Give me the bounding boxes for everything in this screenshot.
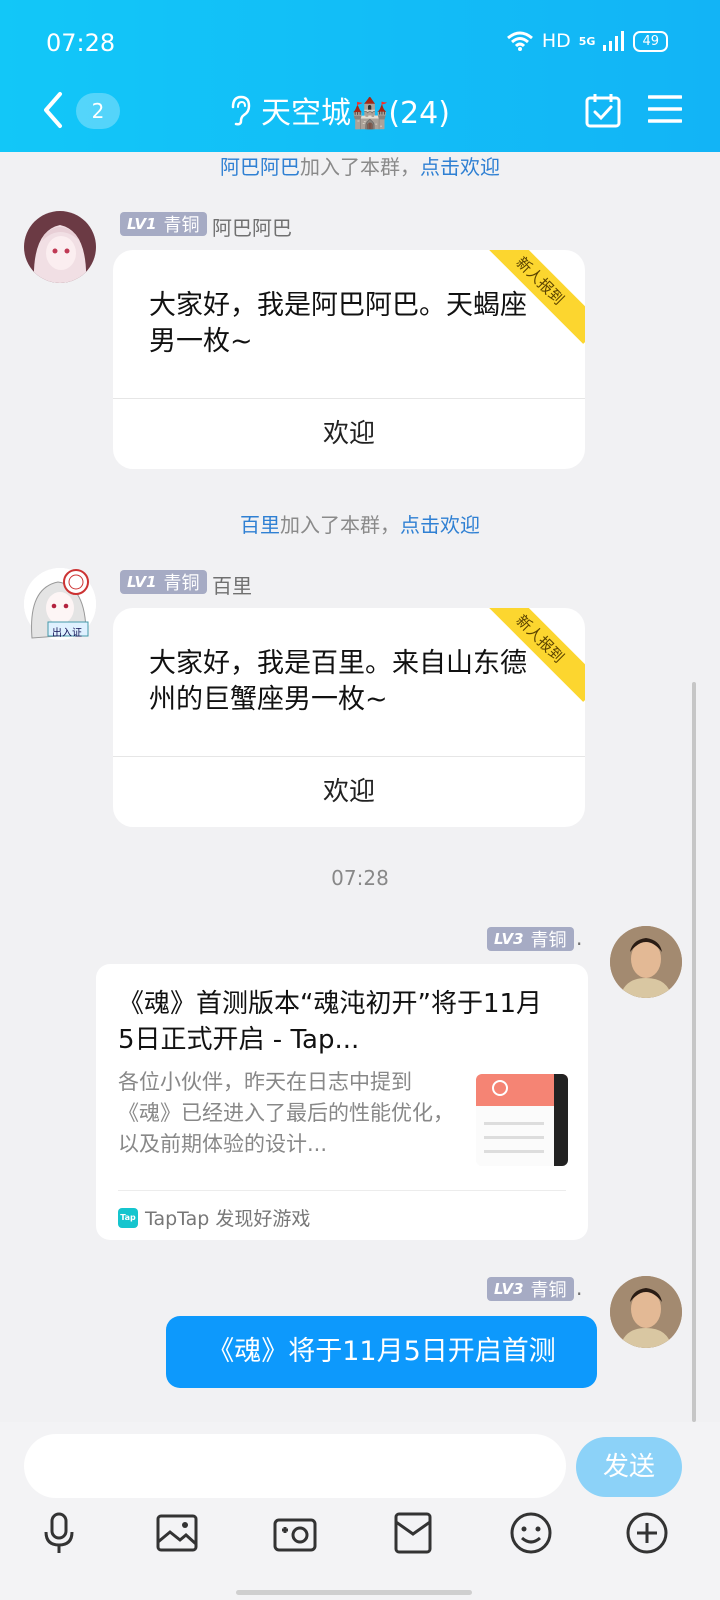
menu-icon[interactable]: [648, 93, 682, 125]
level-badge: LV1 青铜: [120, 570, 207, 594]
level-badge: LV1 青铜: [120, 212, 207, 236]
unread-count-badge[interactable]: 2: [76, 93, 120, 129]
welcome-link[interactable]: 点击欢迎: [400, 513, 480, 537]
calendar-check-icon[interactable]: [584, 91, 622, 129]
taptap-logo-icon: Tap: [118, 1207, 138, 1228]
welcome-card: 新人报到 大家好，我是百里。来自山东德州的巨蟹座男一枚~ 欢迎: [113, 608, 585, 827]
status-icons: HD 5G 49: [506, 30, 668, 52]
rank-label: 青铜: [530, 1280, 567, 1301]
level-label: LV1: [127, 215, 157, 233]
sender-nickname[interactable]: .: [576, 926, 582, 950]
badge-tag: 出入证: [52, 628, 82, 639]
chat-title[interactable]: 天空城🏰(24): [225, 88, 450, 132]
level-label: LV1: [127, 573, 157, 591]
join-text: 加入了本群，: [300, 155, 420, 179]
wifi-icon: [506, 31, 533, 51]
scrollbar[interactable]: [692, 682, 696, 1422]
composer: 发送: [0, 1422, 720, 1600]
welcome-button[interactable]: 欢迎: [113, 399, 585, 469]
man-portrait-avatar-icon: [610, 1276, 682, 1348]
join-notice: 阿巴阿巴加入了本群，点击欢迎: [0, 151, 720, 180]
card-message-text: 大家好，我是百里。来自山东德州的巨蟹座男一枚~: [149, 648, 527, 715]
level-label: LV3: [494, 930, 524, 948]
avatar[interactable]: [24, 211, 96, 283]
anime-girl-avatar-icon: [24, 211, 96, 283]
avatar[interactable]: [610, 1276, 682, 1348]
status-time: 07:28: [46, 29, 116, 57]
back-arrow-icon[interactable]: [40, 90, 64, 130]
rank-label: 青铜: [530, 930, 567, 951]
sender-nickname[interactable]: 阿巴阿巴: [212, 212, 292, 241]
welcome-link[interactable]: 点击欢迎: [420, 155, 500, 179]
sender-nickname[interactable]: 百里: [212, 570, 252, 599]
hd-indicator: HD: [541, 30, 571, 52]
image-icon[interactable]: [154, 1510, 200, 1556]
home-indicator: [236, 1590, 472, 1595]
message-input[interactable]: [24, 1434, 566, 1498]
level-badge: LV3 青铜: [487, 1277, 574, 1301]
battery-indicator: 49: [633, 30, 668, 52]
emoji-icon[interactable]: [508, 1510, 554, 1556]
level-label: LV3: [494, 1280, 524, 1298]
rank-label: 青铜: [163, 215, 200, 236]
header-bar: 07:28 HD 5G 49 2 天空城🏰(24): [0, 0, 720, 152]
joined-member-name[interactable]: 阿巴阿巴: [220, 155, 300, 179]
message-bubble[interactable]: 《魂》将于11月5日开启首测: [166, 1316, 597, 1388]
share-description: 各位小伙伴，昨天在日志中提到《魂》已经进入了最后的性能优化，以及前期体验的设计.…: [118, 1070, 454, 1156]
share-title: 《魂》首测版本“魂沌初开”将于11月5日正式开启 - Tap...: [118, 989, 543, 1055]
send-button[interactable]: 发送: [576, 1437, 682, 1497]
red-packet-icon[interactable]: [390, 1510, 436, 1556]
joined-member-name[interactable]: 百里: [240, 513, 280, 537]
link-share-card[interactable]: 《魂》首测版本“魂沌初开”将于11月5日正式开启 - Tap... 各位小伙伴，…: [96, 964, 588, 1240]
article-thumbnail-icon: [476, 1074, 568, 1166]
welcome-button[interactable]: 欢迎: [113, 757, 585, 827]
welcome-card: 新人报到 大家好，我是阿巴阿巴。天蝎座男一枚~ 欢迎: [113, 250, 585, 469]
mic-icon[interactable]: [36, 1510, 82, 1556]
network-label: 5G: [578, 34, 596, 48]
avatar[interactable]: 出入证: [24, 568, 96, 640]
join-notice: 百里加入了本群，点击欢迎: [0, 509, 720, 538]
share-source: Tap TapTap 发现好游戏: [118, 1204, 310, 1231]
card-message-text: 大家好，我是阿巴阿巴。天蝎座男一枚~: [149, 290, 527, 357]
share-source-label: TapTap 发现好游戏: [145, 1208, 311, 1230]
man-portrait-avatar-icon: [610, 926, 682, 998]
join-text: 加入了本群，: [280, 513, 400, 537]
plus-icon[interactable]: [624, 1510, 670, 1556]
share-thumbnail: [476, 1074, 568, 1166]
ear-icon: [231, 95, 251, 126]
sender-nickname[interactable]: .: [576, 1276, 582, 1300]
group-title: 天空城🏰(24): [261, 96, 450, 131]
camera-icon[interactable]: [272, 1510, 318, 1556]
level-badge: LV3 青铜: [487, 927, 574, 951]
signal-icon: [603, 31, 625, 51]
avatar[interactable]: [610, 926, 682, 998]
time-divider: 07:28: [331, 866, 389, 890]
divider: [118, 1190, 566, 1191]
rank-label: 青铜: [163, 573, 200, 594]
